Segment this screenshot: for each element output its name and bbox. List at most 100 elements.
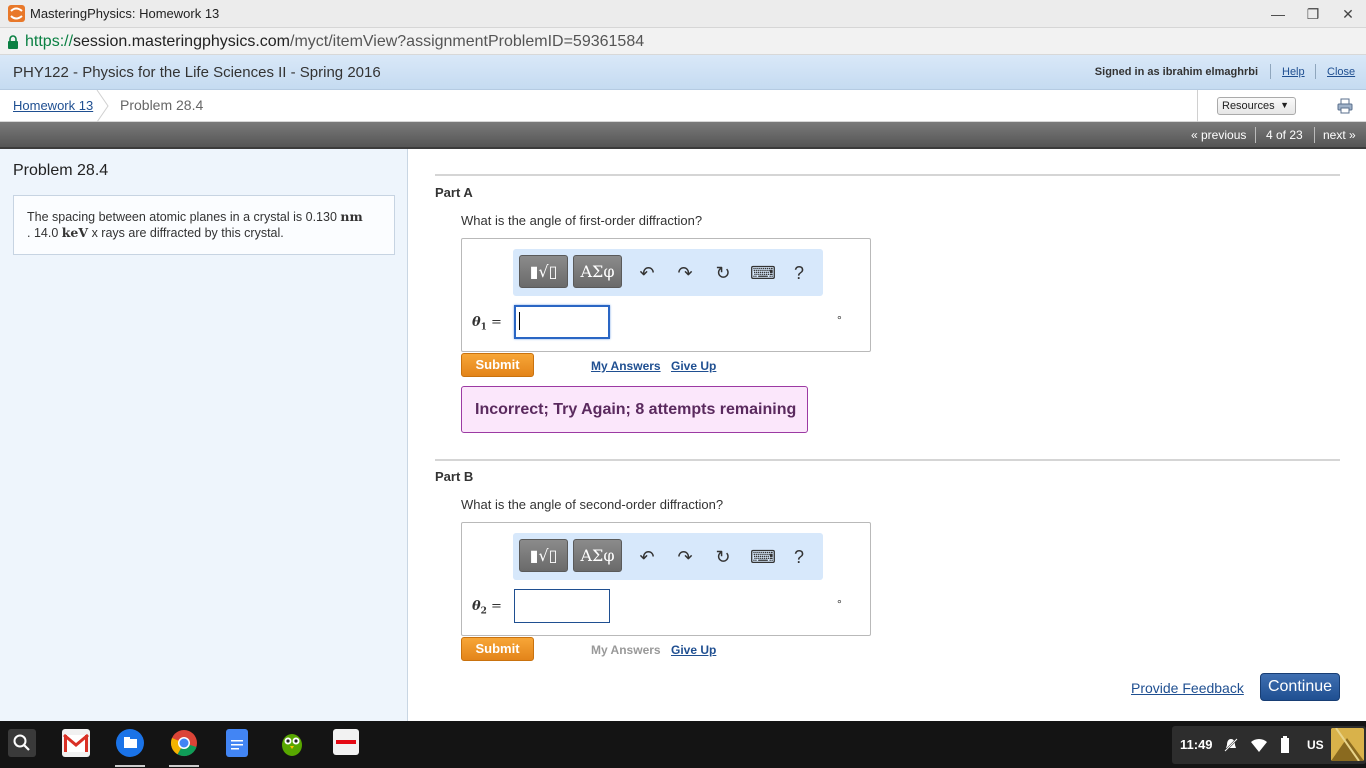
lock-icon [8,35,18,49]
resources-dropdown[interactable]: Resources ▼ [1217,97,1296,115]
part-b-give-up-link[interactable]: Give Up [671,643,716,657]
part-a-title: Part A [435,185,473,200]
next-link[interactable]: next » [1323,128,1356,142]
problem-unit: keV [61,225,89,240]
problem-statement: The spacing between atomic planes in a c… [13,195,395,255]
problem-statement-panel: Problem 28.4 The spacing between atomic … [0,149,408,721]
gmail-icon[interactable] [62,729,90,757]
help-icon[interactable]: ? [788,262,810,284]
breadcrumb: Homework 13 Problem 28.4 Resources ▼ [0,90,1366,122]
help-icon[interactable]: ? [788,546,810,568]
window-titlebar: MasteringPhysics: Homework 13 — ❐ ✕ [0,0,1366,28]
math-toolbar: ▮√▯ ΑΣφ ↶ ↷ ↻ ⌨ ? [513,249,823,296]
clock: 11:49 [1180,737,1213,752]
keyboard-icon[interactable]: ⌨ [750,262,776,284]
degree-unit: ° [837,313,842,327]
part-b-answer-box: ▮√▯ ΑΣφ ↶ ↷ ↻ ⌨ ? θ2 = ° [461,522,871,636]
problem-text: x rays are diffracted by this crystal. [91,226,284,240]
reset-icon[interactable]: ↻ [712,262,734,284]
battery-icon [1281,736,1289,753]
close-window-button[interactable]: ✕ [1336,3,1360,25]
part-b-my-answers-link: My Answers [591,643,661,657]
nav-divider [1255,127,1256,143]
window-title: MasteringPhysics: Homework 13 [30,6,220,21]
previous-link[interactable]: « previous [1191,128,1246,142]
problem-title: Problem 28.4 [13,162,109,179]
continue-button[interactable]: Continue [1260,673,1340,701]
part-b-variable-label: θ2 = [472,599,502,617]
close-link[interactable]: Close [1327,66,1355,78]
part-divider [435,174,1340,176]
files-icon[interactable] [116,729,144,757]
help-link[interactable]: Help [1282,66,1305,78]
templates-button[interactable]: ▮√▯ [519,255,568,288]
undo-icon[interactable]: ↶ [636,546,658,568]
system-tray[interactable]: 11:49 US [1172,726,1366,764]
theta-symbol: θ [472,315,481,330]
os-shelf: 11:49 US [0,721,1366,768]
greek-symbols-button[interactable]: ΑΣφ [573,539,622,572]
redo-icon[interactable]: ↷ [674,262,696,284]
docs-icon[interactable] [226,729,248,757]
variable-subscript: 2 [480,606,487,617]
chrome-icon[interactable] [170,729,198,757]
course-header: PHY122 - Physics for the Life Sciences I… [0,55,1366,90]
breadcrumb-separator-icon [96,90,109,122]
reset-icon[interactable]: ↻ [712,546,734,568]
problem-text: The spacing between atomic planes in a c… [27,210,337,224]
chevron-down-icon: ▼ [1280,100,1289,110]
templates-button[interactable]: ▮√▯ [519,539,568,572]
redo-icon[interactable]: ↷ [674,546,696,568]
url-scheme: https:// [25,33,74,50]
part-b-question: What is the angle of second-order diffra… [461,497,724,512]
part-a-my-answers-link[interactable]: My Answers [591,359,661,373]
active-app-indicator [115,765,145,767]
equals-sign: = [490,599,502,614]
breadcrumb-homework-link[interactable]: Homework 13 [13,98,93,113]
search-icon[interactable] [8,729,36,757]
part-a-answer-box: ▮√▯ ΑΣφ ↶ ↷ ↻ ⌨ ? θ1 = ° [461,238,871,352]
nav-divider [1314,127,1315,143]
part-b-submit-button[interactable]: Submit [461,637,534,661]
input-method-label: US [1307,738,1324,752]
part-a-give-up-link[interactable]: Give Up [671,359,716,373]
keyboard-icon[interactable]: ⌨ [750,546,776,568]
degree-unit: ° [837,597,842,611]
signed-in-label: Signed in as ibrahim elmaghrbi [1094,66,1258,78]
netflix-icon[interactable] [333,729,359,755]
url-path: /myct/itemView?assignmentProblemID=59361… [290,33,645,50]
wifi-icon [1251,738,1267,752]
theta-symbol: θ [472,599,481,614]
url-host: session.masteringphysics.com [73,33,290,50]
header-divider [1315,64,1316,79]
url-text[interactable]: https://session.masteringphysics.com/myc… [25,33,644,51]
problem-text: . 14.0 [27,226,59,240]
part-a-answer-input[interactable] [514,305,610,339]
part-a-submit-button[interactable]: Submit [461,353,534,377]
active-app-indicator [169,765,199,767]
avatar [1331,728,1364,761]
equals-sign: = [490,315,502,330]
address-bar[interactable]: https://session.masteringphysics.com/myc… [0,28,1366,55]
header-divider [1270,64,1271,79]
problem-position: 4 of 23 [1266,128,1303,142]
breadcrumb-current: Problem 28.4 [120,97,204,113]
part-a-feedback: Incorrect; Try Again; 8 attempts remaini… [461,386,808,433]
notifications-off-icon [1224,738,1238,752]
greek-symbols-button[interactable]: ΑΣφ [573,255,622,288]
provide-feedback-link[interactable]: Provide Feedback [1131,680,1244,696]
undo-icon[interactable]: ↶ [636,262,658,284]
math-toolbar: ▮√▯ ΑΣφ ↶ ↷ ↻ ⌨ ? [513,533,823,580]
resources-label: Resources [1222,100,1275,112]
part-b-title: Part B [435,469,474,484]
part-b-answer-input[interactable] [514,589,610,623]
problem-navigation-bar: « previous 4 of 23 next » [0,122,1366,149]
text-cursor [519,312,520,330]
duolingo-icon[interactable] [278,729,306,757]
minimize-button[interactable]: — [1266,3,1290,25]
restore-button[interactable]: ❐ [1301,3,1325,25]
problem-unit: nm [340,209,363,224]
print-icon[interactable] [1337,98,1353,114]
part-divider [435,459,1340,461]
part-a-variable-label: θ1 = [472,315,502,333]
